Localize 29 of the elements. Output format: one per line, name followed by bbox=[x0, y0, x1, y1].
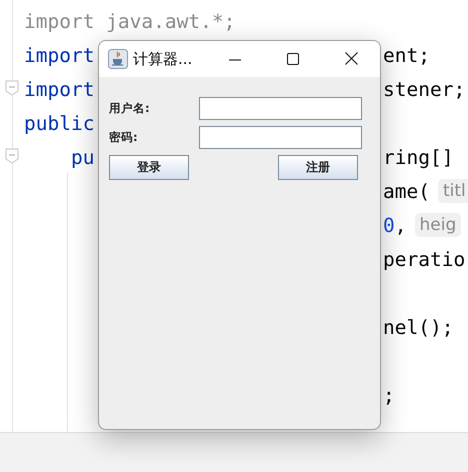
code-text: pu bbox=[70, 146, 94, 168]
code-text: public bbox=[24, 112, 94, 134]
code-text: 0 bbox=[383, 214, 395, 236]
maximize-icon[interactable] bbox=[287, 53, 299, 65]
code-text: ring[] bbox=[383, 146, 454, 168]
code-text: import bbox=[24, 78, 94, 100]
code-text: import java.awt.*; bbox=[24, 10, 236, 32]
fold-icon[interactable] bbox=[5, 80, 19, 96]
code-text: , bbox=[394, 214, 406, 236]
code-text: import bbox=[24, 44, 94, 66]
coffee-cup-icon bbox=[108, 49, 128, 69]
parameter-hint: heig bbox=[414, 213, 462, 237]
field-label: 密码: bbox=[109, 130, 138, 145]
input-field[interactable] bbox=[199, 126, 362, 149]
code-text: ; bbox=[383, 384, 395, 406]
minimize-icon[interactable] bbox=[229, 59, 241, 61]
login-button[interactable]: 登录 bbox=[109, 155, 189, 180]
parameter-hint: titl bbox=[438, 179, 468, 203]
code-text: ent; bbox=[383, 44, 430, 66]
close-icon[interactable] bbox=[345, 52, 358, 65]
code-text: stener; bbox=[383, 78, 466, 100]
window-title: 计算器... bbox=[133, 50, 192, 68]
code-text: ame( bbox=[383, 180, 430, 202]
field-label: 用户名: bbox=[109, 101, 150, 116]
fold-icon[interactable] bbox=[5, 148, 19, 164]
register-button[interactable]: 注册 bbox=[278, 155, 358, 180]
code-text: nel(); bbox=[383, 316, 454, 338]
input-field[interactable] bbox=[199, 97, 362, 120]
code-text: peratio bbox=[383, 248, 466, 270]
